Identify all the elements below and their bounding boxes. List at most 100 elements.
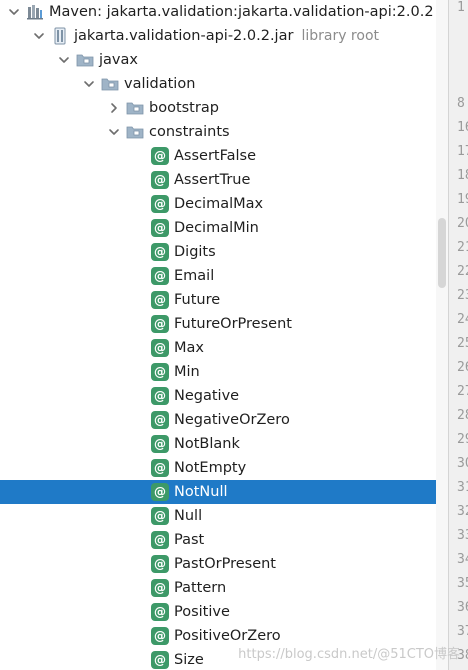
tree-item-label: jakarta.validation-api-2.0.2.jar library … [74,24,379,48]
tree-item-text: Future [174,292,221,308]
chevron-down-icon[interactable] [8,6,20,18]
tree-item[interactable]: @ Positive [0,600,448,624]
tree-item-text: Pattern [174,580,227,596]
tree-item[interactable]: javax [0,48,448,72]
tree-item-text: DecimalMin [174,220,259,236]
tree-item-label: Null [174,504,202,528]
tree-item[interactable]: @ FutureOrPresent [0,312,448,336]
tree-item-text: validation [124,76,196,92]
line-number: 18 [457,168,468,183]
tree-item[interactable]: @ Past [0,528,448,552]
line-number: 27 [457,384,468,399]
tree-item[interactable]: jakarta.validation-api-2.0.2.jar library … [0,24,448,48]
tree-item[interactable]: @ Email [0,264,448,288]
line-number: 34 [457,552,468,567]
tree-item-label: Negative [174,384,239,408]
tree-item[interactable]: @ Pattern [0,576,448,600]
line-number: 29 [457,432,468,447]
tree-item[interactable]: @ Null [0,504,448,528]
tree-item[interactable]: @ NegativeOrZero [0,408,448,432]
tree-item-label: Future [174,288,220,312]
tree-item-text: jakarta.validation-api-2.0.2.jar [74,28,294,44]
tree-item-text: Maven: jakarta.validation:jakarta.valida… [49,4,434,20]
tree-item-label: Max [174,336,204,360]
tree-item[interactable]: @ Max [0,336,448,360]
chevron-down-icon[interactable] [58,54,70,66]
annotation-icon: @ [151,387,169,405]
package-folder-icon [76,51,94,69]
tree-item-text: NotEmpty [174,460,247,476]
tree-item[interactable]: Maven: jakarta.validation:jakarta.valida… [0,0,448,24]
annotation-icon: @ [151,147,169,165]
tree-scrollbar[interactable] [436,0,448,670]
tree-item-text: Negative [174,388,240,404]
package-folder-icon [101,75,119,93]
tree-item[interactable]: @ DecimalMax [0,192,448,216]
library-root-hint: library root [301,28,379,44]
tree-item[interactable]: @ Size [0,648,448,670]
tree-item[interactable]: @ NotEmpty [0,456,448,480]
tree-item-text: PastOrPresent [174,556,276,572]
annotation-icon: @ [151,339,169,357]
tree-item-label: Past [174,528,204,552]
tree-item-text: FutureOrPresent [174,316,292,332]
tree-item[interactable]: validation [0,72,448,96]
tree-item-label: Digits [174,240,216,264]
tree-item[interactable]: @ Future [0,288,448,312]
chevron-down-icon[interactable] [33,30,45,42]
annotation-icon: @ [151,267,169,285]
tree-item[interactable]: constraints [0,120,448,144]
project-tree[interactable]: Maven: jakarta.validation:jakarta.valida… [0,0,448,670]
tree-item[interactable]: bootstrap [0,96,448,120]
tree-item-label: bootstrap [149,96,219,120]
tree-item-label: Maven: jakarta.validation:jakarta.valida… [49,0,434,24]
ide-window: Maven: jakarta.validation:jakarta.valida… [0,0,468,670]
tree-item[interactable]: @ PositiveOrZero [0,624,448,648]
annotation-icon: @ [151,411,169,429]
editor-gutter: 1816171819202122232425262728293031323334… [449,0,468,670]
chevron-right-icon[interactable] [108,102,120,114]
tree-item[interactable]: @ AssertFalse [0,144,448,168]
chevron-down-icon[interactable] [83,78,95,90]
tree-item[interactable]: @ NotBlank [0,432,448,456]
tree-item[interactable]: @ Negative [0,384,448,408]
tree-item[interactable]: @ DecimalMin [0,216,448,240]
tree-item-label: Pattern [174,576,226,600]
tree-item-text: NotBlank [174,436,240,452]
tree-item-label: Positive [174,600,230,624]
annotation-icon: @ [151,243,169,261]
line-number: 8 [457,96,465,111]
annotation-icon: @ [151,291,169,309]
tree-item[interactable]: @ AssertTrue [0,168,448,192]
tree-scrollbar-thumb[interactable] [438,218,446,288]
tree-item-text: NegativeOrZero [174,412,290,428]
line-number: 31 [457,480,468,495]
tree-item-text: DecimalMax [174,196,264,212]
tree-item-label: NotNull [174,480,228,504]
tree-item-text: javax [99,52,138,68]
line-number: 23 [457,288,468,303]
tree-item-text: AssertTrue [174,172,251,188]
tree-item[interactable]: @ Min [0,360,448,384]
tree-item[interactable]: @ Digits [0,240,448,264]
tree-item-label: validation [124,72,195,96]
package-folder-icon [126,99,144,117]
tree-item[interactable]: @ PastOrPresent [0,552,448,576]
tree-item-text: Size [174,652,204,668]
annotation-icon: @ [151,507,169,525]
tree-item-label: Size [174,648,204,670]
tree-item-text: Min [174,364,200,380]
line-number: 33 [457,528,468,543]
tree-item[interactable]: @ NotNull [0,480,448,504]
tree-item-label: constraints [149,120,230,144]
annotation-icon: @ [151,603,169,621]
chevron-down-icon[interactable] [108,126,120,138]
tree-item-label: FutureOrPresent [174,312,292,336]
tree-item-text: Null [174,508,203,524]
tree-item-label: AssertFalse [174,144,256,168]
tree-item-text: NotNull [174,484,228,500]
annotation-icon: @ [151,195,169,213]
tree-item-text: Past [174,532,205,548]
line-number: 36 [457,600,468,615]
tree-item-label: NegativeOrZero [174,408,290,432]
